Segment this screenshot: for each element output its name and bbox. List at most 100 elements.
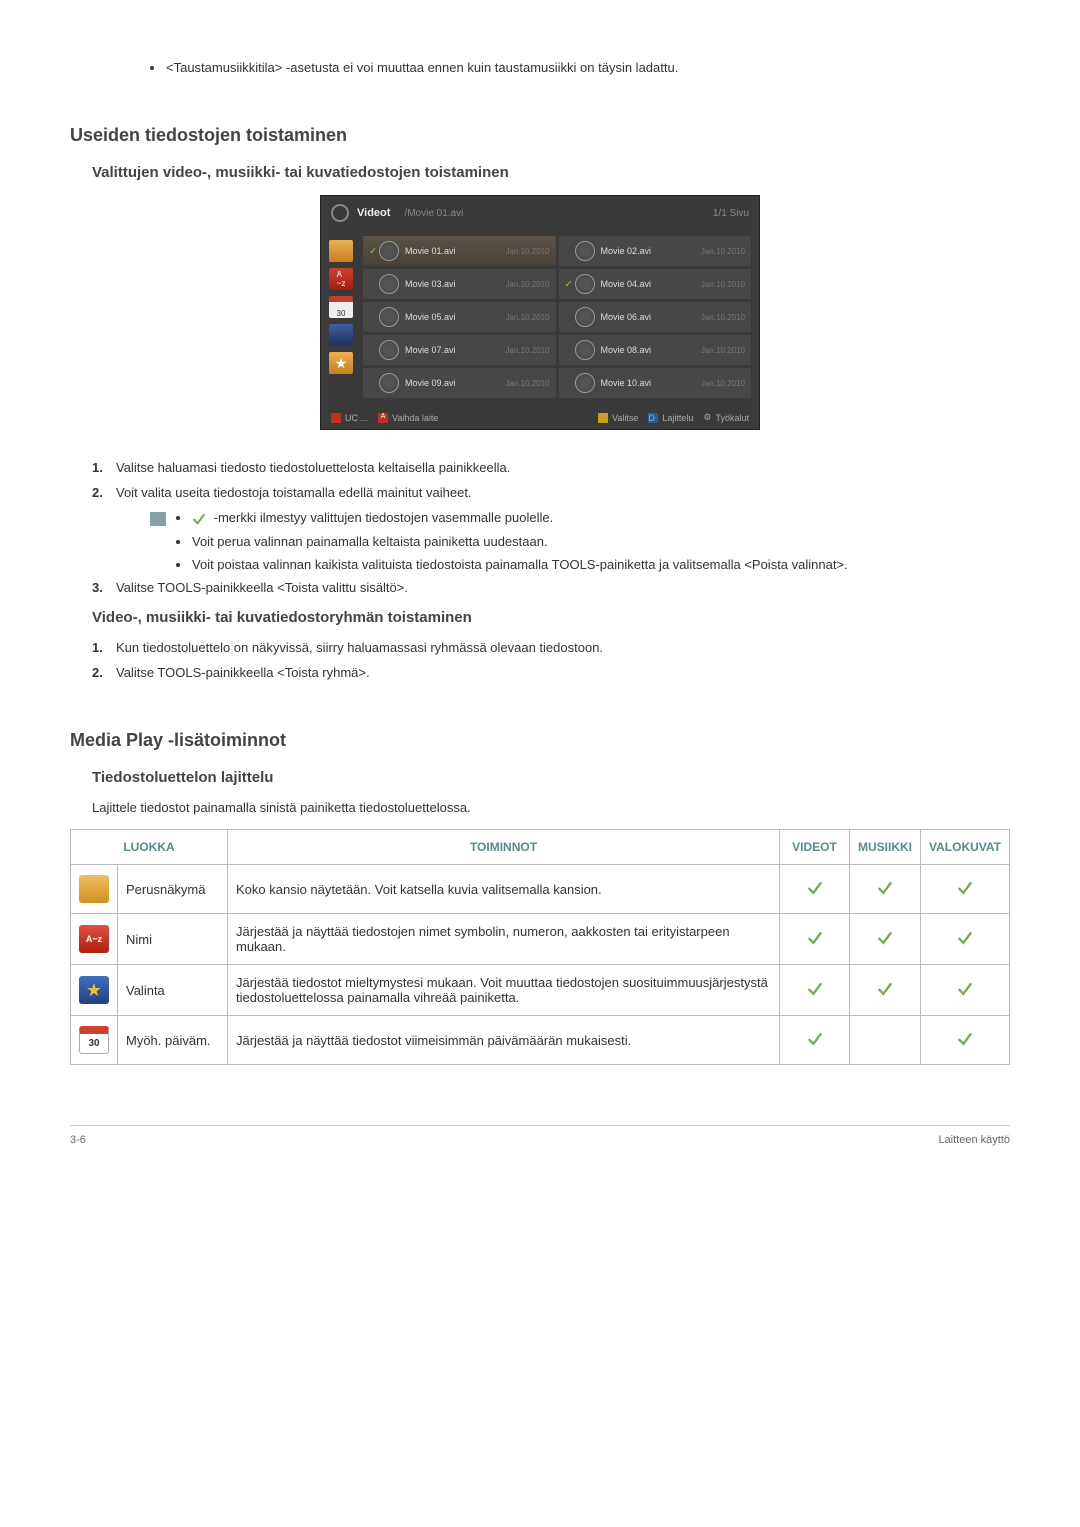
bullet-icon bbox=[176, 563, 180, 567]
file-grid: ✓Movie 01.aviJan.10.2010Movie 02.aviJan.… bbox=[363, 236, 751, 398]
section2-heading: Media Play -lisätoiminnot bbox=[70, 730, 1010, 751]
shot-title: Videot bbox=[357, 207, 390, 219]
file-reel-icon bbox=[575, 307, 595, 327]
file-name: Movie 10.avi bbox=[601, 378, 701, 388]
file-item[interactable]: Movie 08.aviJan.10.2010 bbox=[559, 335, 752, 365]
screenshot-panel: Videot /Movie 01.avi 1/1 Sivu A~z 30 ★ ✓… bbox=[320, 195, 760, 430]
check-photo bbox=[921, 914, 1010, 965]
file-item[interactable]: Movie 06.aviJan.10.2010 bbox=[559, 302, 752, 332]
footer-section-title: Laitteen käyttö bbox=[938, 1134, 1010, 1146]
step-3: 3. Valitse TOOLS-painikkeella <Toista va… bbox=[70, 580, 1010, 595]
file-item[interactable]: Movie 09.aviJan.10.2010 bbox=[363, 368, 556, 398]
sub-note-text: -merkki ilmestyy valittujen tiedostojen … bbox=[192, 510, 553, 526]
sub-bullet: Voit poistaa valinnan kaikista valituist… bbox=[150, 557, 1010, 572]
file-item[interactable]: Movie 03.aviJan.10.2010 bbox=[363, 269, 556, 299]
file-name: Movie 05.avi bbox=[405, 312, 505, 322]
check-music bbox=[850, 965, 921, 1016]
calendar-icon: 30 bbox=[79, 1026, 109, 1054]
folder-icon bbox=[79, 875, 109, 903]
file-date: Jan.10.2010 bbox=[701, 280, 745, 289]
sub1-heading: Valittujen video-, musiikki- tai kuvatie… bbox=[70, 164, 1010, 181]
file-name: Movie 03.avi bbox=[405, 279, 505, 289]
check-photo bbox=[921, 1016, 1010, 1065]
section1-heading: Useiden tiedostojen toistaminen bbox=[70, 125, 1010, 146]
file-date: Jan.10.2010 bbox=[505, 247, 549, 256]
file-check-icon: ✓ bbox=[369, 246, 379, 257]
file-item[interactable]: ✓ Movie 04.aviJan.10.2010 bbox=[559, 269, 752, 299]
table-row: A~zNimiJärjestää ja näyttää tiedostojen … bbox=[71, 914, 1010, 965]
shot-page: 1/1 Sivu bbox=[713, 208, 749, 219]
file-reel-icon bbox=[575, 274, 595, 294]
shot-header: Videot /Movie 01.avi 1/1 Sivu bbox=[321, 196, 759, 230]
file-date: Jan.10.2010 bbox=[505, 313, 549, 322]
file-reel-icon bbox=[379, 340, 399, 360]
function-desc: Koko kansio näytetään. Voit katsella kuv… bbox=[228, 865, 780, 914]
file-date: Jan.10.2010 bbox=[505, 346, 549, 355]
check-video bbox=[780, 865, 850, 914]
a-button-icon: A bbox=[378, 413, 388, 423]
uc-icon bbox=[331, 413, 341, 423]
reel-icon bbox=[331, 204, 349, 222]
checkmark-icon bbox=[192, 512, 206, 526]
sub2-step-1: 1. Kun tiedostoluettelo on näkyvissä, si… bbox=[70, 640, 1010, 655]
step-number: 1. bbox=[92, 640, 116, 655]
file-date: Jan.10.2010 bbox=[701, 346, 745, 355]
file-reel-icon bbox=[379, 373, 399, 393]
file-item[interactable]: Movie 02.aviJan.10.2010 bbox=[559, 236, 752, 266]
file-name: Movie 02.avi bbox=[601, 246, 701, 256]
file-reel-icon bbox=[379, 274, 399, 294]
section2-sub: Tiedostoluettelon lajittelu bbox=[70, 769, 1010, 786]
function-desc: Järjestää ja näyttää tiedostot viimeisim… bbox=[228, 1016, 780, 1065]
sub2-step-2: 2. Valitse TOOLS-painikkeella <Toista ry… bbox=[70, 665, 1010, 680]
check-music bbox=[850, 865, 921, 914]
category-name: Myöh. päiväm. bbox=[118, 1016, 228, 1065]
check-music bbox=[850, 914, 921, 965]
check-video bbox=[780, 1016, 850, 1065]
page-footer: 3-6 Laitteen käyttö bbox=[70, 1125, 1010, 1146]
name-sort-icon[interactable]: A~z bbox=[329, 268, 353, 290]
file-name: Movie 01.avi bbox=[405, 246, 505, 256]
th-photos: VALOKUVAT bbox=[921, 830, 1010, 865]
function-desc: Järjestää tiedostot mieltymystesi mukaan… bbox=[228, 965, 780, 1016]
sort-table: LUOKKA TOIMINNOT VIDEOT MUSIIKKI VALOKUV… bbox=[70, 829, 1010, 1065]
blue-button-icon: D bbox=[648, 413, 658, 423]
sub-bullet: Voit perua valinnan painamalla keltaista… bbox=[150, 534, 1010, 549]
file-check-icon: ✓ bbox=[565, 279, 575, 290]
folder-icon[interactable] bbox=[329, 240, 353, 262]
file-name: Movie 09.avi bbox=[405, 378, 505, 388]
file-reel-icon bbox=[575, 241, 595, 261]
note-icon bbox=[150, 512, 166, 526]
step-1: 1. Valitse haluamasi tiedosto tiedostolu… bbox=[70, 460, 1010, 475]
step-number: 3. bbox=[92, 580, 116, 595]
bullet-icon bbox=[150, 66, 154, 70]
th-videos: VIDEOT bbox=[780, 830, 850, 865]
calendar-icon[interactable]: 30 bbox=[329, 296, 353, 318]
shot-footer: UC ... AVaihda laite Valitse DLajittelu … bbox=[321, 406, 759, 429]
file-name: Movie 08.avi bbox=[601, 345, 701, 355]
th-category: LUOKKA bbox=[71, 830, 228, 865]
file-item[interactable]: Movie 05.aviJan.10.2010 bbox=[363, 302, 556, 332]
file-date: Jan.10.2010 bbox=[701, 247, 745, 256]
play-icon[interactable] bbox=[329, 324, 353, 346]
file-item[interactable]: Movie 07.aviJan.10.2010 bbox=[363, 335, 556, 365]
step-number: 1. bbox=[92, 460, 116, 475]
file-date: Jan.10.2010 bbox=[505, 379, 549, 388]
star-icon[interactable]: ★ bbox=[329, 352, 353, 374]
file-reel-icon bbox=[575, 373, 595, 393]
file-reel-icon bbox=[379, 241, 399, 261]
shot-path: /Movie 01.avi bbox=[404, 208, 463, 219]
check-video bbox=[780, 914, 850, 965]
th-functions: TOIMINNOT bbox=[228, 830, 780, 865]
top-note-row: <Taustamusiikkitila> -asetusta ei voi mu… bbox=[70, 60, 1010, 75]
note-row: -merkki ilmestyy valittujen tiedostojen … bbox=[150, 510, 1010, 526]
file-reel-icon bbox=[379, 307, 399, 327]
file-date: Jan.10.2010 bbox=[505, 280, 549, 289]
file-item[interactable]: Movie 10.aviJan.10.2010 bbox=[559, 368, 752, 398]
file-item[interactable]: ✓ Movie 01.aviJan.10.2010 bbox=[363, 236, 556, 266]
top-note-text: <Taustamusiikkitila> -asetusta ei voi mu… bbox=[166, 60, 678, 75]
check-photo bbox=[921, 865, 1010, 914]
shot-sidebar: A~z 30 ★ bbox=[329, 236, 357, 398]
file-name: Movie 04.avi bbox=[601, 279, 701, 289]
bullet-icon bbox=[176, 540, 180, 544]
step-number: 2. bbox=[92, 485, 116, 500]
